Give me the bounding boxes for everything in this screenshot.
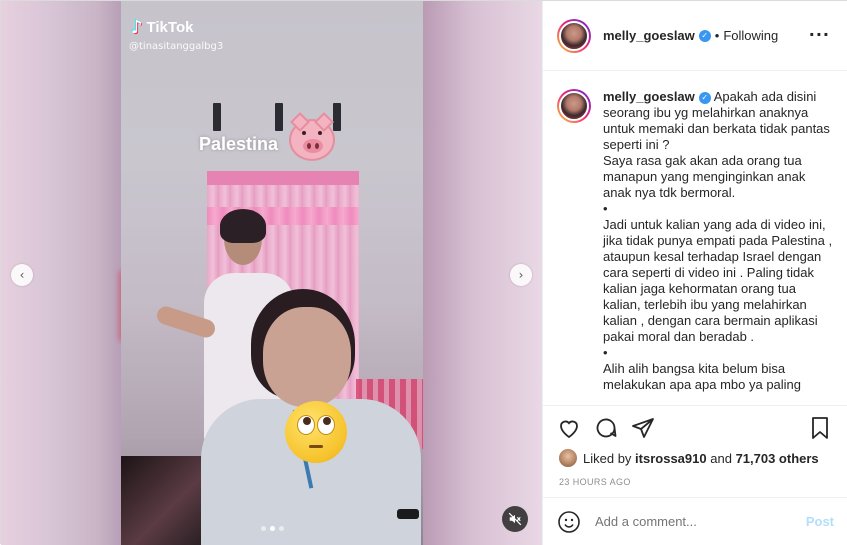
comment-icon[interactable]	[594, 416, 618, 440]
post-header: melly_goeslaw ✓ • Following ···	[543, 1, 847, 71]
liked-user-link[interactable]: itsrossa910	[635, 451, 707, 466]
previous-slide-button[interactable]: ‹	[11, 264, 33, 286]
pig-face-emoji-icon	[289, 112, 335, 161]
next-slide-button[interactable]: ›	[510, 264, 532, 286]
face-with-rolling-eyes-emoji-icon	[285, 401, 347, 463]
more-options-icon[interactable]: ···	[809, 25, 830, 44]
bookmark-icon[interactable]	[808, 416, 832, 440]
video-frame[interactable]: ♪ TikTok @tinasitanggalbg3 Palestina	[121, 1, 423, 545]
verified-badge-icon: ✓	[698, 91, 711, 104]
instagram-post-modal: ♪ TikTok @tinasitanggalbg3 Palestina ‹ ›	[0, 0, 847, 545]
caption-username[interactable]: melly_goeslaw	[603, 89, 695, 104]
heart-icon[interactable]	[557, 416, 581, 440]
ceiling-light	[333, 103, 341, 131]
comment-input[interactable]	[595, 514, 785, 529]
author-username[interactable]: melly_goeslaw	[603, 28, 695, 43]
tiktok-handle: @tinasitanggalbg3	[129, 41, 224, 52]
liked-count-link[interactable]: 71,703 others	[736, 451, 819, 466]
carousel-dot	[261, 526, 266, 531]
tiktok-note-icon: ♪	[131, 17, 143, 38]
header-separator: •	[714, 28, 720, 43]
action-bar	[543, 405, 847, 451]
carousel-dot	[279, 526, 284, 531]
verified-badge-icon: ✓	[698, 29, 711, 42]
liked-by-line: Liked by itsrossa910 and 71,703 others	[559, 449, 819, 467]
mute-toggle-button[interactable]	[502, 506, 528, 532]
ceiling-light	[275, 103, 283, 131]
carousel-dots	[261, 526, 284, 531]
carousel-dot-active	[270, 526, 275, 531]
liker-avatar[interactable]	[559, 449, 577, 467]
video-sticker-text: Palestina	[199, 134, 279, 154]
ceiling-light	[213, 103, 221, 131]
post-media[interactable]: ♪ TikTok @tinasitanggalbg3 Palestina ‹ ›	[1, 1, 542, 545]
tiktok-brand-text: TikTok	[146, 19, 194, 36]
caption-author-avatar[interactable]	[557, 89, 591, 123]
post-comment-button[interactable]: Post	[806, 514, 834, 529]
post-timestamp[interactable]: 23 HOURS AGO	[559, 477, 631, 487]
add-comment-bar: Post	[543, 497, 847, 545]
caption-scroll-area[interactable]: melly_goeslaw ✓ Apakah ada disini seorang…	[543, 71, 847, 405]
liked-mid: and	[710, 450, 732, 466]
author-avatar[interactable]	[557, 18, 591, 53]
caption-text: Apakah ada disini seorang ibu yg melahir…	[603, 89, 833, 392]
tiktok-logo: ♪ TikTok	[131, 17, 193, 38]
floor-clutter	[121, 456, 201, 545]
share-icon[interactable]	[631, 416, 655, 440]
liked-prefix: Liked by	[583, 450, 632, 466]
smiley-icon[interactable]	[557, 510, 581, 534]
post-side-panel: melly_goeslaw ✓ • Following ··· melly_go…	[542, 1, 847, 545]
caption-block: melly_goeslaw ✓ Apakah ada disini seorang…	[603, 89, 833, 393]
following-button[interactable]: Following	[723, 28, 778, 43]
muted-speaker-icon	[508, 512, 522, 526]
